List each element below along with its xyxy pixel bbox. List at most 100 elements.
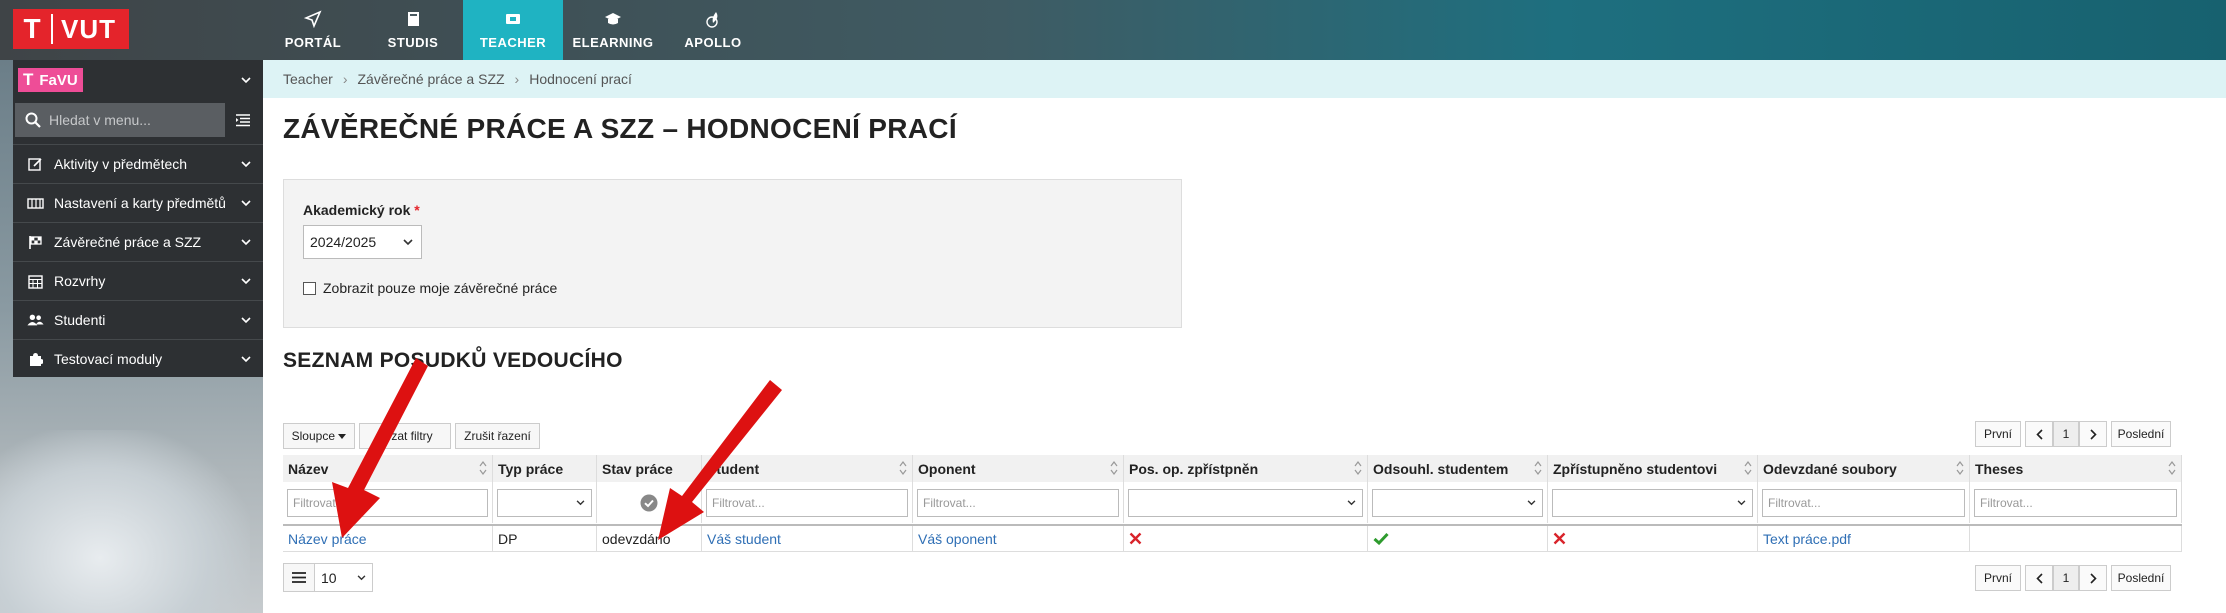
pager-bottom: První 1 Poslední <box>1975 565 2171 591</box>
col-header-odsouhl[interactable]: Odsouhl. studentem <box>1368 455 1548 482</box>
col-header-stav[interactable]: Stav práce <box>597 455 702 482</box>
search-box <box>15 103 225 137</box>
check-circle-icon[interactable] <box>640 494 658 512</box>
table-cell <box>1548 526 1758 551</box>
sort-icon <box>1744 461 1752 475</box>
table-cell: odevzdáno <box>597 526 702 551</box>
table-cell: Text práce.pdf <box>1758 526 1970 551</box>
year-value: 2024/2025 <box>310 234 377 250</box>
chevron-left-icon <box>2035 572 2043 584</box>
pager-last[interactable]: Poslední <box>2111 421 2171 447</box>
chevron-down-icon <box>241 238 251 245</box>
show-filters-button[interactable]: zat filtry <box>359 423 451 449</box>
search-input[interactable] <box>49 112 209 128</box>
filter-cell <box>1368 482 1548 523</box>
sort-icon <box>1110 461 1118 475</box>
chevron-down-icon <box>241 277 251 284</box>
sidebar-item-nastaveni[interactable]: Nastavení a karty předmětů <box>13 183 263 222</box>
col-header-soubory[interactable]: Odevzdané soubory <box>1758 455 1970 482</box>
filter-pos-op-select[interactable] <box>1128 488 1363 517</box>
breadcrumb-zaverecne-prace[interactable]: Závěrečné práce a SZZ <box>357 71 504 87</box>
academic-year-select[interactable]: 2024/2025 <box>303 225 422 259</box>
sort-icon <box>479 461 487 475</box>
edit-icon <box>28 157 42 171</box>
search-icon <box>25 112 41 128</box>
col-header-theses[interactable]: Theses <box>1970 455 2182 482</box>
pager-first[interactable]: První <box>1975 421 2021 447</box>
sort-icon <box>899 461 907 475</box>
pager-prev-button[interactable] <box>2025 421 2053 447</box>
sidebar-item-aktivity[interactable]: Aktivity v předmětech <box>13 144 263 183</box>
pager-next-button[interactable] <box>2079 565 2107 591</box>
pager-page[interactable]: 1 <box>2053 421 2079 447</box>
sidebar-item-zaverecne-prace[interactable]: Závěrečné práce a SZZ <box>13 222 263 261</box>
filter-cell: Filtrovat... <box>913 482 1124 523</box>
breadcrumb-teacher[interactable]: Teacher <box>283 71 333 87</box>
col-header-zpristupneno[interactable]: Zpřístupněno studentovi <box>1548 455 1758 482</box>
year-label: Akademický rok * <box>303 202 420 218</box>
sidebar-item-label: Testovací moduly <box>54 351 163 367</box>
logo-text: VUT <box>61 13 116 44</box>
columns-button[interactable]: Sloupce <box>283 423 355 449</box>
filter-cell <box>1548 482 1758 523</box>
pager-next-button[interactable] <box>2079 421 2107 447</box>
filter-student-input[interactable]: Filtrovat... <box>706 488 908 517</box>
filter-nazev-input[interactable]: Filtrovat... <box>287 488 488 517</box>
filter-theses-input[interactable]: Filtrovat... <box>1974 488 2177 517</box>
filter-odsouhl-select[interactable] <box>1372 488 1543 517</box>
col-header-typ[interactable]: Typ práce <box>493 455 597 482</box>
nav-portal[interactable]: PORTÁL <box>263 0 363 60</box>
col-header-nazev[interactable]: Název <box>283 455 493 482</box>
faculty-selector[interactable]: T FaVU <box>13 60 263 100</box>
nav-elearning[interactable]: ELEARNING <box>563 0 663 60</box>
check-icon <box>1373 532 1389 545</box>
chevron-down-icon <box>576 499 585 505</box>
col-header-student[interactable]: Student <box>702 455 913 482</box>
filter-oponent-input[interactable]: Filtrovat... <box>917 488 1119 517</box>
teacher-icon <box>506 14 520 24</box>
pager-prev-button[interactable] <box>2025 565 2053 591</box>
filter-zpristupneno-select[interactable] <box>1552 488 1753 517</box>
book-icon <box>408 12 419 26</box>
reviews-table: Název Typ práce Stav práce Student Opone… <box>283 455 2182 554</box>
filter-panel: Akademický rok * 2024/2025 Zobrazit pouz… <box>283 179 1182 328</box>
filter-soubory-input[interactable]: Filtrovat... <box>1762 488 1965 517</box>
pager-page[interactable]: 1 <box>2053 565 2079 591</box>
chevron-right-icon <box>2089 572 2097 584</box>
reset-sort-button[interactable]: Zrušit řazení <box>455 423 540 449</box>
chevron-down-icon <box>1527 499 1536 505</box>
chevron-down-icon <box>241 316 251 323</box>
sidebar-item-testovaci-moduly[interactable]: Testovací moduly <box>13 339 263 378</box>
nav-teacher[interactable]: TEACHER <box>463 0 563 60</box>
only-mine-checkbox[interactable] <box>303 281 316 295</box>
pager-last[interactable]: Poslední <box>2111 565 2171 591</box>
filter-cell: Filtrovat... <box>1970 482 2182 523</box>
sidebar: TFaVU Aktivity v předmětech Nastavení a … <box>13 60 263 377</box>
table-cell: Název práce <box>283 526 493 551</box>
student-link[interactable]: Váš student <box>707 531 781 547</box>
opponent-link[interactable]: Váš oponent <box>918 531 997 547</box>
filter-cell <box>493 482 597 523</box>
rocket-icon <box>706 12 718 28</box>
nav-studis[interactable]: STUDIS <box>363 0 463 60</box>
chevron-down-icon <box>403 238 413 245</box>
only-mine-label[interactable]: Zobrazit pouze moje závěrečné práce <box>323 280 557 296</box>
sort-icon <box>2168 461 2176 475</box>
thesis-name-link[interactable]: Název práce <box>288 531 367 547</box>
section-title: SEZNAM POSUDKŮ VEDOUCÍHO <box>283 349 623 372</box>
menu-collapse-toggle[interactable] <box>225 103 261 137</box>
vut-logo[interactable]: T VUT <box>13 9 129 49</box>
col-header-oponent[interactable]: Oponent <box>913 455 1124 482</box>
file-link[interactable]: Text práce.pdf <box>1763 531 1851 547</box>
filter-typ-select[interactable] <box>497 488 592 517</box>
list-icon <box>292 572 306 583</box>
table-cell <box>1970 526 2182 551</box>
sidebar-item-studenti[interactable]: Studenti <box>13 300 263 339</box>
col-header-pos-op[interactable]: Pos. op. zpřístpněn <box>1124 455 1368 482</box>
table-cell: Váš student <box>702 526 913 551</box>
pager-first[interactable]: První <box>1975 565 2021 591</box>
users-icon <box>27 314 44 326</box>
nav-apollo[interactable]: APOLLO <box>663 0 763 60</box>
page-size-select[interactable]: 10 <box>283 563 373 592</box>
sidebar-item-rozvrhy[interactable]: Rozvrhy <box>13 261 263 300</box>
